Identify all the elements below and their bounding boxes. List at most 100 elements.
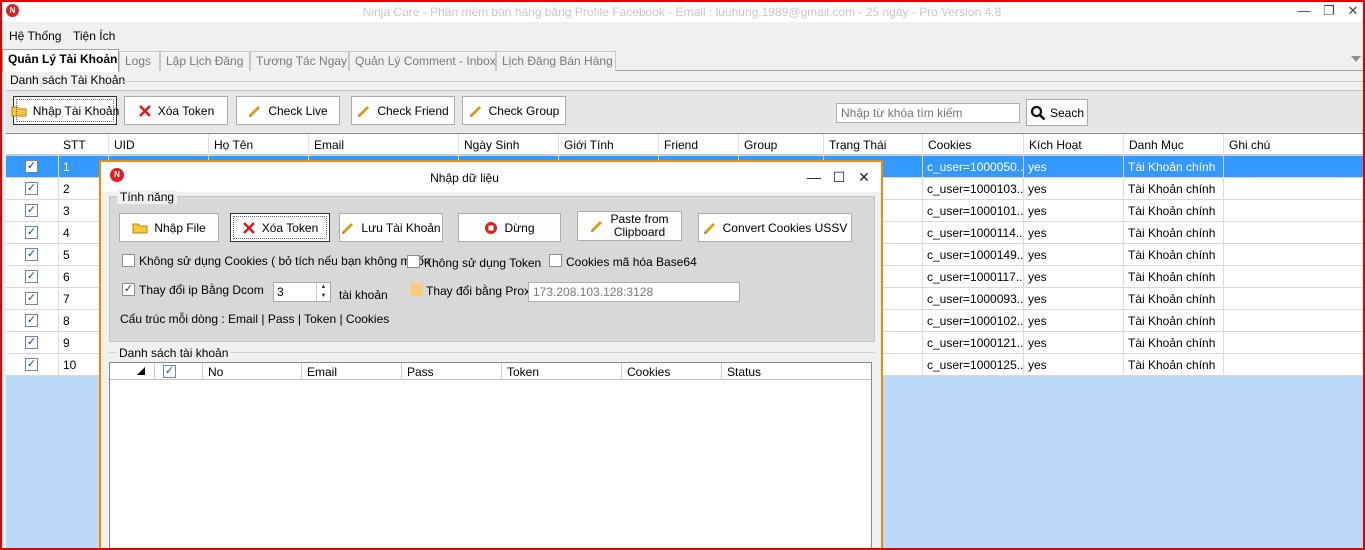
paste-clipboard-button[interactable]: Paste from Clipboard xyxy=(577,211,682,241)
list-col-cookies[interactable]: Cookies xyxy=(621,363,721,380)
row-checkbox[interactable]: ✓ xyxy=(25,204,38,217)
no-cookies-checkbox[interactable] xyxy=(122,254,135,267)
row-checkbox[interactable]: ✓ xyxy=(25,336,38,349)
col-gender[interactable]: Giới Tính xyxy=(558,134,658,155)
row-checkbox[interactable]: ✓ xyxy=(25,182,38,195)
list-col-token[interactable]: Token xyxy=(501,363,621,380)
search-button[interactable]: Seach xyxy=(1026,99,1088,126)
table-cell: Tài Khoản chính xyxy=(1123,200,1223,222)
table-cell: yes xyxy=(1023,222,1123,244)
list-col-pass[interactable]: Pass xyxy=(401,363,501,380)
features-group: Tính năng Nhập File Xóa Token Lưu Tài Kh… xyxy=(109,190,875,342)
list-col-no[interactable]: No xyxy=(202,363,301,380)
table-cell: c_user=1000103... xyxy=(922,178,1023,200)
check-live-label: Check Live xyxy=(268,103,328,118)
table-cell xyxy=(1223,266,1363,288)
menu-he-thong[interactable]: Hệ Thống xyxy=(9,29,61,43)
minimize-icon[interactable]: — xyxy=(805,169,823,185)
delete-token-button[interactable]: Xóa Token xyxy=(124,96,228,125)
col-active[interactable]: Kích Hoạt xyxy=(1023,134,1123,155)
row-checkbox[interactable]: ✓ xyxy=(25,270,38,283)
col-category[interactable]: Danh Mục xyxy=(1123,134,1223,155)
col-cookies[interactable]: Cookies xyxy=(922,134,1023,155)
row-checkbox[interactable]: ✓ xyxy=(25,292,38,305)
table-cell xyxy=(1223,332,1363,354)
close-icon[interactable]: ✕ xyxy=(855,169,873,185)
no-token-checkbox[interactable] xyxy=(407,255,420,268)
col-birthday[interactable]: Ngày Sinh xyxy=(458,134,558,155)
tab-strip: Quản Lý Tài Khoản Logs Lập Lịch Đăng Tươ… xyxy=(2,49,1363,72)
import-account-label: Nhập Tài Khoản xyxy=(32,103,120,118)
check-live-button[interactable]: Check Live xyxy=(236,96,340,125)
col-group[interactable]: Group xyxy=(738,134,823,155)
row-checkbox[interactable]: ✓ xyxy=(25,314,38,327)
search-input[interactable] xyxy=(836,103,1020,123)
col-uid[interactable]: UID xyxy=(108,134,208,155)
table-cell: yes xyxy=(1023,200,1123,222)
pencil-icon xyxy=(469,104,483,118)
check-friend-button[interactable]: Check Friend xyxy=(351,96,455,125)
stop-button[interactable]: Dừng xyxy=(458,213,561,242)
menu-tien-ich[interactable]: Tiện Ích xyxy=(73,29,115,43)
row-checkbox[interactable]: ✓ xyxy=(25,358,38,371)
import-account-button[interactable]: Nhập Tài Khoản xyxy=(11,96,120,125)
stop-label: Dừng xyxy=(504,220,535,235)
change-ip-dcom-checkbox[interactable]: ✓ xyxy=(122,283,135,296)
table-cell: c_user=1000117... xyxy=(922,266,1023,288)
select-all-checkbox[interactable]: ✓ xyxy=(163,365,176,378)
change-proxy-checkbox[interactable] xyxy=(410,283,423,296)
account-unit-label: tài khoản xyxy=(339,288,388,302)
proxy-input[interactable]: 173.208.103.128:3128 xyxy=(528,282,740,302)
table-cell xyxy=(1223,244,1363,266)
check-friend-label: Check Friend xyxy=(377,103,449,118)
col-name[interactable]: Họ Tên xyxy=(208,134,308,155)
pencil-icon xyxy=(357,104,371,118)
check-group-button[interactable]: Check Group xyxy=(462,96,566,125)
pencil-icon xyxy=(248,104,262,118)
col-stt[interactable]: STT xyxy=(58,134,108,155)
dialog-delete-token-button[interactable]: Xóa Token xyxy=(230,213,330,242)
list-col-email[interactable]: Email xyxy=(301,363,401,380)
cookies-base64-checkbox[interactable] xyxy=(549,254,562,267)
table-cell: yes xyxy=(1023,266,1123,288)
table-cell: Tài Khoản chính xyxy=(1123,288,1223,310)
col-note[interactable]: Ghi chú xyxy=(1223,134,1363,155)
main-window: N Ninja Care - Phần mềm bán hàng bằng Pr… xyxy=(0,0,1365,550)
header-divider xyxy=(154,363,155,380)
table-cell: c_user=1000114... xyxy=(922,222,1023,244)
tab-comment-inbox[interactable]: Quản Lý Comment - Inbox xyxy=(349,51,496,71)
col-friend[interactable]: Friend xyxy=(658,134,738,155)
tab-interact-now[interactable]: Tương Tác Ngay xyxy=(250,51,349,71)
group-divider xyxy=(122,81,1363,82)
tab-overflow-arrow-icon[interactable] xyxy=(1351,56,1361,62)
paste-clipboard-text: Paste from Clipboard xyxy=(610,213,668,239)
col-status[interactable]: Trạng Thái xyxy=(823,134,922,155)
table-cell: c_user=1000125... xyxy=(922,354,1023,376)
convert-cookies-label: Convert Cookies USSV xyxy=(722,220,848,235)
maximize-icon[interactable]: ☐ xyxy=(830,169,848,185)
restore-icon[interactable]: ❐ xyxy=(1317,3,1341,19)
close-icon[interactable]: ✕ xyxy=(1341,3,1363,19)
tab-account-management[interactable]: Quản Lý Tài Khoản xyxy=(2,49,119,72)
list-col-status[interactable]: Status xyxy=(721,363,871,380)
row-checkbox[interactable]: ✓ xyxy=(25,160,38,173)
account-group-label: Danh sách Tài Khoản xyxy=(10,73,126,87)
convert-cookies-button[interactable]: Convert Cookies USSV xyxy=(698,213,852,242)
stepper-arrows-icon[interactable]: ▲ ▼ xyxy=(316,283,330,301)
red-x-icon xyxy=(138,104,152,118)
save-account-button[interactable]: Lưu Tài Khoản xyxy=(339,213,443,242)
table-cell xyxy=(1223,178,1363,200)
row-checkbox[interactable]: ✓ xyxy=(25,226,38,239)
tab-sales-schedule[interactable]: Lịch Đăng Bán Hàng xyxy=(496,51,616,71)
row-checkbox[interactable]: ✓ xyxy=(25,248,38,261)
col-email[interactable]: Email xyxy=(308,134,458,155)
import-file-button[interactable]: Nhập File xyxy=(119,213,219,242)
dcom-count-stepper[interactable]: 3 ▲ ▼ xyxy=(273,282,331,302)
table-cell: Tài Khoản chính xyxy=(1123,156,1223,178)
table-cell: Tài Khoản chính xyxy=(1123,332,1223,354)
tab-schedule-post[interactable]: Lập Lịch Đăng xyxy=(160,51,250,71)
minimize-icon[interactable]: — xyxy=(1292,3,1316,19)
magnifier-icon xyxy=(1030,105,1046,121)
tab-logs[interactable]: Logs xyxy=(119,51,160,71)
app-logo-icon: N xyxy=(6,4,19,17)
